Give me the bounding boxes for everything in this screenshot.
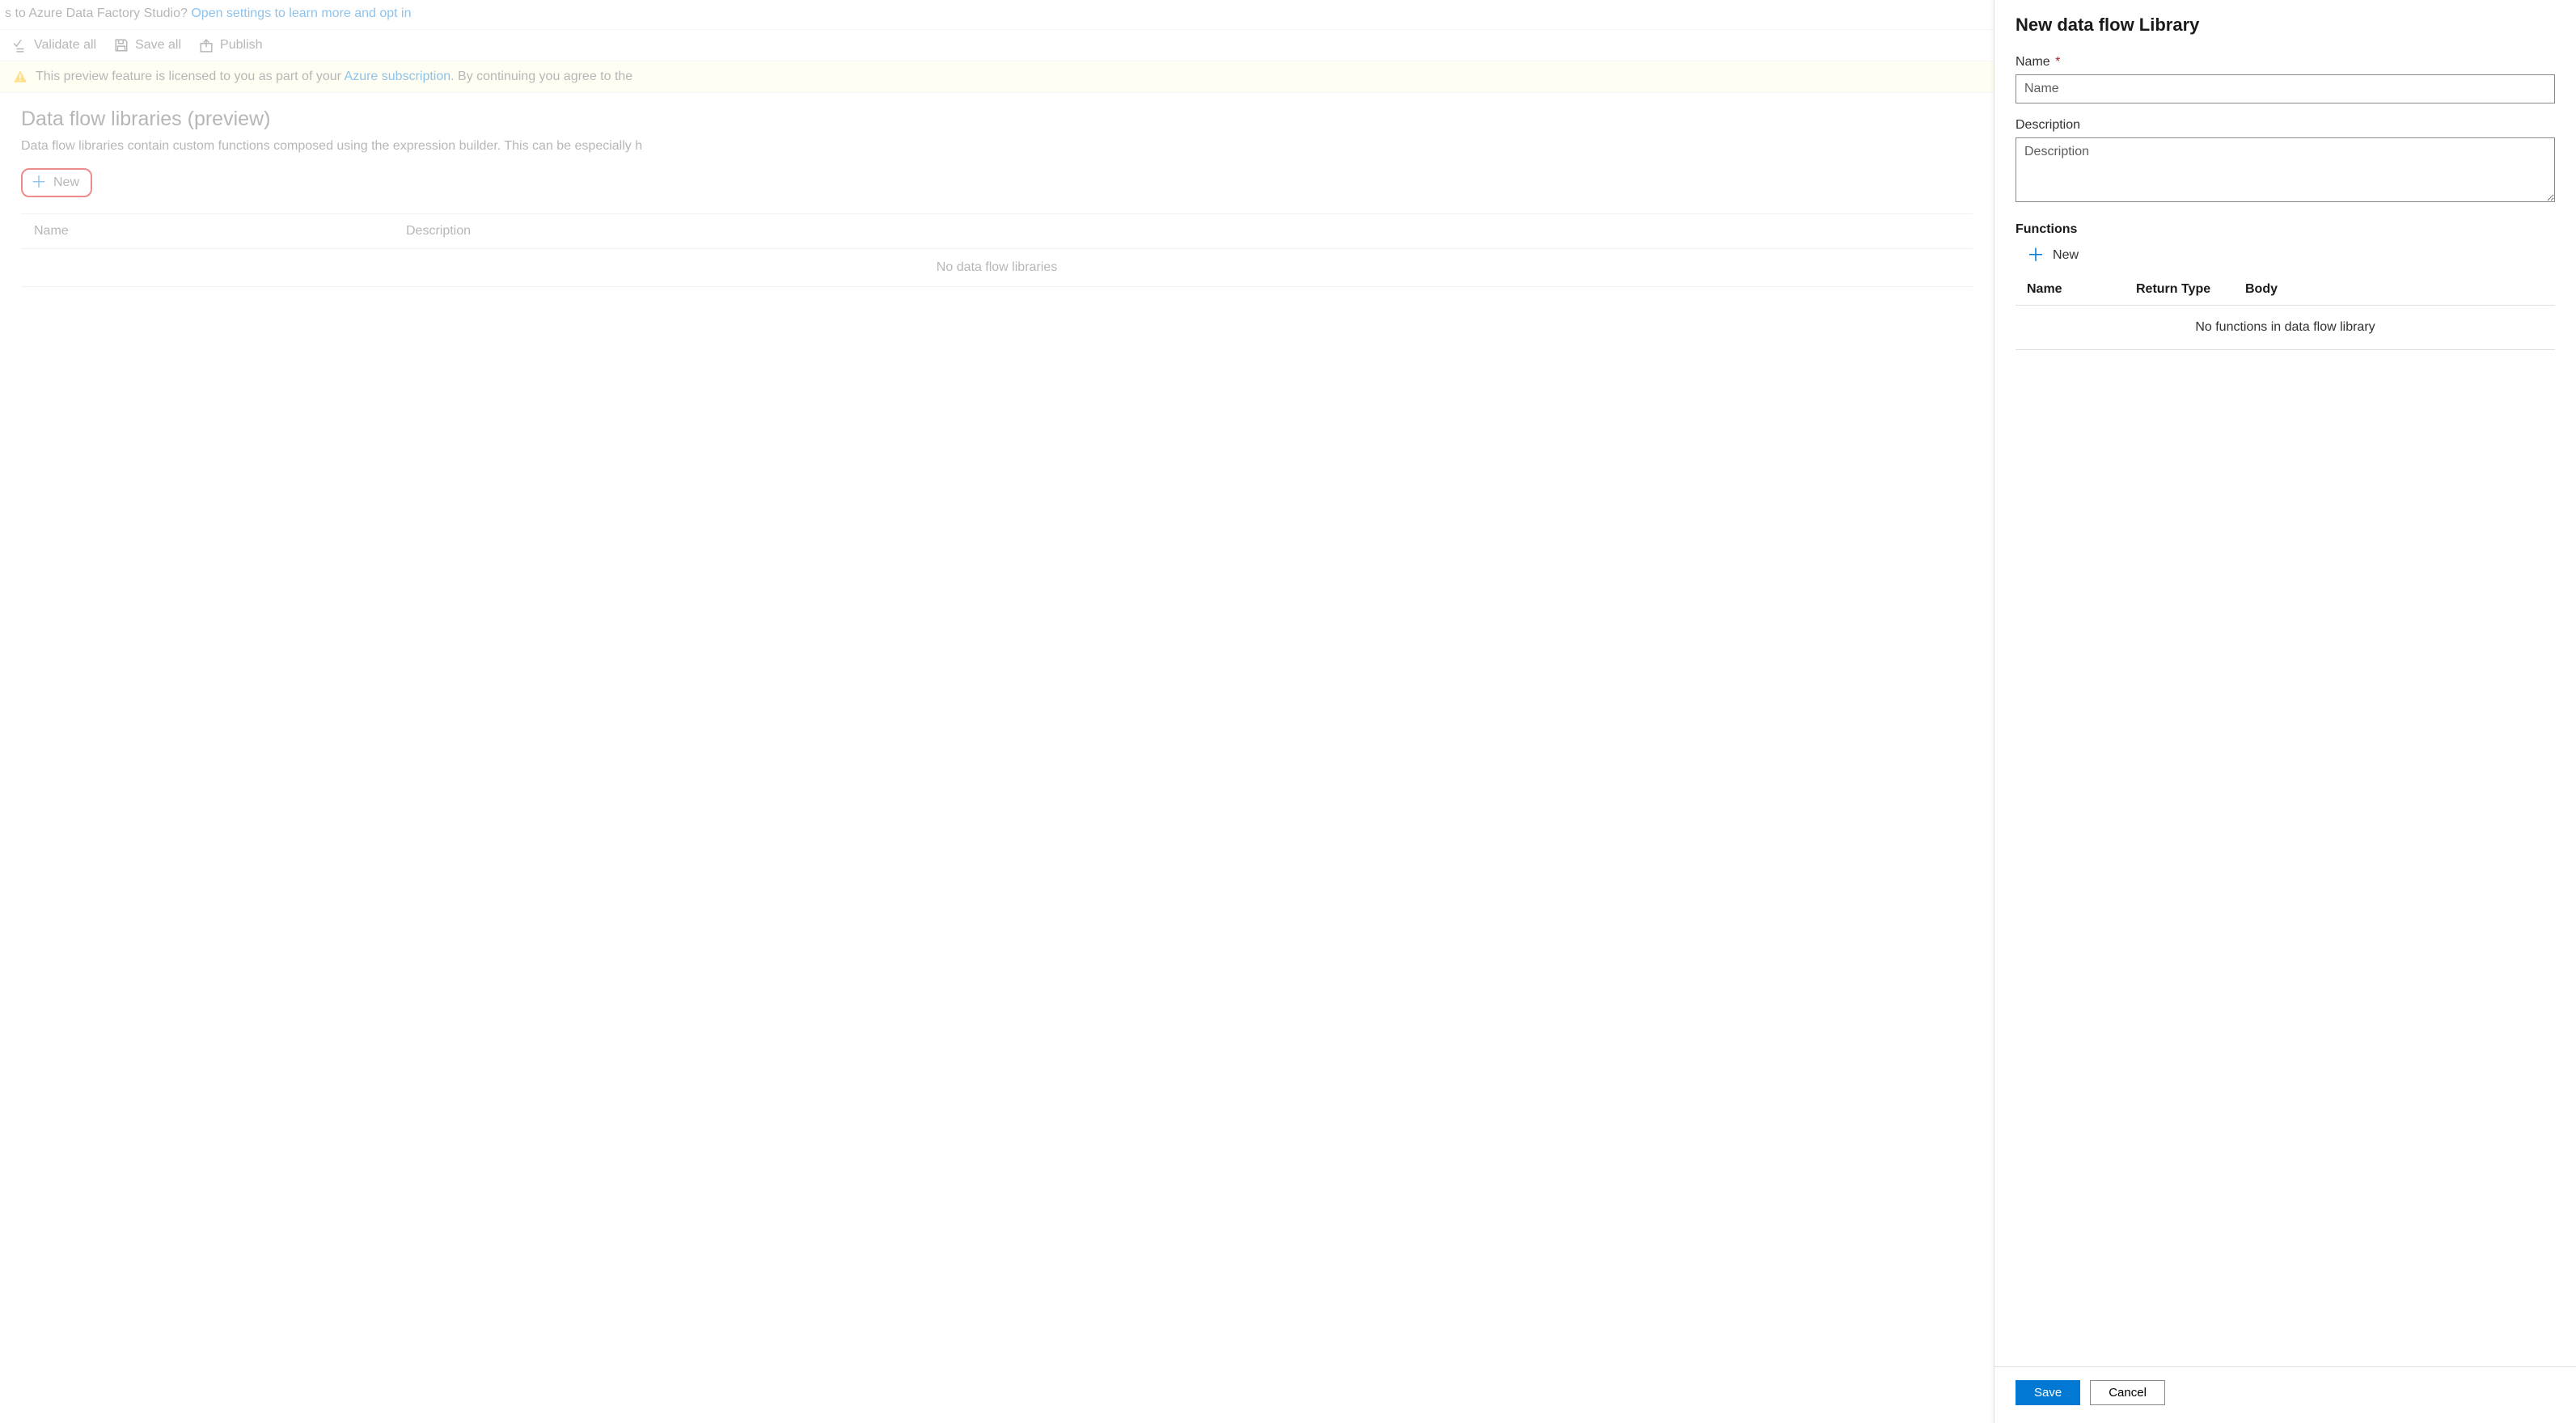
preview-info-bar: This preview feature is licensed to you … xyxy=(0,61,1994,93)
required-asterisk: * xyxy=(2052,55,2061,69)
name-label: Name * xyxy=(2016,55,2555,70)
col-header-name[interactable]: Name xyxy=(34,224,406,239)
new-library-button[interactable]: ＋ New xyxy=(21,168,92,197)
opt-in-banner: s to Azure Data Factory Studio? Open set… xyxy=(0,0,1994,30)
functions-empty-row: No functions in data flow library xyxy=(2016,306,2555,350)
warning-icon xyxy=(13,70,27,84)
func-col-return[interactable]: Return Type xyxy=(2136,282,2245,297)
libraries-table: Name Description No data flow libraries xyxy=(21,213,1973,287)
name-input[interactable] xyxy=(2016,74,2555,103)
new-function-label: New xyxy=(2053,248,2079,263)
opt-in-link[interactable]: Open settings to learn more and opt in xyxy=(191,6,411,20)
save-all-button[interactable]: Save all xyxy=(114,38,181,53)
azure-subscription-link[interactable]: Azure subscription. xyxy=(345,70,455,83)
save-button[interactable]: Save xyxy=(2016,1380,2080,1405)
col-header-description[interactable]: Description xyxy=(406,224,1960,239)
save-icon xyxy=(114,38,129,53)
new-library-panel: New data flow Library Name * Description… xyxy=(1994,0,2576,1423)
save-all-label: Save all xyxy=(135,38,181,53)
description-label: Description xyxy=(2016,118,2555,133)
functions-table-header: Name Return Type Body xyxy=(2016,274,2555,306)
func-col-name[interactable]: Name xyxy=(2027,282,2136,297)
panel-footer: Save Cancel xyxy=(1994,1366,2576,1423)
checkmark-list-icon xyxy=(13,38,27,53)
banner-text: s to Azure Data Factory Studio? xyxy=(5,6,191,20)
functions-table: Name Return Type Body No functions in da… xyxy=(2016,274,2555,350)
toolbar: Validate all Save all Publish xyxy=(0,30,1994,61)
publish-icon xyxy=(199,38,214,53)
validate-all-label: Validate all xyxy=(34,38,96,53)
page-description: Data flow libraries contain custom funct… xyxy=(21,139,1973,154)
libraries-table-header: Name Description xyxy=(21,214,1973,249)
libraries-empty-row: No data flow libraries xyxy=(21,249,1973,287)
functions-label: Functions xyxy=(2016,222,2555,237)
func-col-body[interactable]: Body xyxy=(2245,282,2544,297)
description-input[interactable] xyxy=(2016,137,2555,202)
page-title: Data flow libraries (preview) xyxy=(21,108,1973,131)
info-text: This preview feature is licensed to you … xyxy=(36,70,632,84)
publish-label: Publish xyxy=(220,38,262,53)
plus-icon: ＋ xyxy=(2027,247,2045,264)
validate-all-button[interactable]: Validate all xyxy=(13,38,96,53)
panel-title: New data flow Library xyxy=(2016,15,2555,36)
plus-icon: ＋ xyxy=(31,175,47,191)
new-function-button[interactable]: ＋ New xyxy=(2016,243,2083,268)
cancel-button[interactable]: Cancel xyxy=(2090,1380,2165,1405)
publish-button[interactable]: Publish xyxy=(199,38,262,53)
new-button-label: New xyxy=(53,175,79,190)
